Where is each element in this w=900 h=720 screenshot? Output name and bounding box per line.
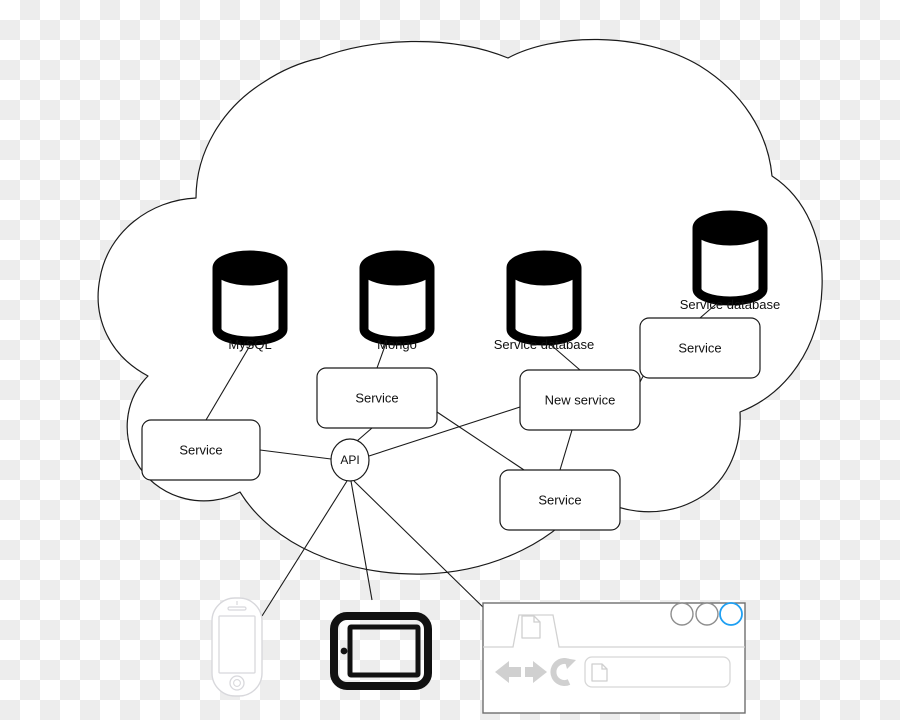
api-node-label: API — [340, 453, 359, 467]
tablet-device[interactable] — [330, 612, 432, 690]
db-service-a-top — [506, 250, 582, 286]
db-mongo[interactable]: Mongo — [359, 250, 435, 352]
tablet-screen — [347, 624, 421, 678]
db-mysql[interactable]: MySQL — [212, 250, 288, 352]
address-bar-page-icon — [591, 663, 608, 682]
db-mysql-label: MySQL — [228, 337, 271, 352]
service-new[interactable]: New service — [519, 369, 641, 431]
phone-device[interactable] — [211, 597, 263, 697]
db-service-b[interactable]: Service database — [680, 210, 780, 312]
phone-screen — [218, 615, 256, 674]
db-service-a[interactable]: Service database — [494, 250, 594, 352]
phone-speaker-icon — [227, 606, 247, 611]
service-bottom[interactable]: Service — [499, 469, 621, 531]
diagram-canvas: MySQL Mongo Service database Service dat… — [0, 0, 900, 720]
db-mysql-top — [212, 250, 288, 286]
db-mongo-top — [359, 250, 435, 286]
browser-maximize-circle-icon[interactable] — [695, 602, 719, 626]
browser-minimize-circle-icon[interactable] — [670, 602, 694, 626]
service-bottom-label: Service — [538, 492, 581, 507]
service-mid[interactable]: Service — [316, 367, 438, 429]
db-service-b-top — [692, 210, 768, 246]
browser-window[interactable] — [482, 602, 746, 714]
browser-tab-page-icon — [521, 615, 541, 639]
db-service-a-label: Service database — [494, 337, 594, 352]
api-node[interactable]: API — [330, 438, 370, 482]
architecture-diagram: MySQL Mongo Service database Service dat… — [97, 38, 823, 714]
phone-home-button-inner-icon — [233, 679, 241, 687]
service-right[interactable]: Service — [639, 317, 761, 379]
service-new-label: New service — [545, 392, 616, 407]
service-right-label: Service — [678, 340, 721, 355]
db-service-b-label: Service database — [680, 297, 780, 312]
service-left-label: Service — [179, 442, 222, 457]
browser-close-circle-icon[interactable] — [719, 602, 743, 626]
tablet-camera-icon — [340, 647, 348, 655]
db-mongo-label: Mongo — [377, 337, 417, 352]
service-left[interactable]: Service — [141, 419, 261, 481]
service-mid-label: Service — [355, 390, 398, 405]
